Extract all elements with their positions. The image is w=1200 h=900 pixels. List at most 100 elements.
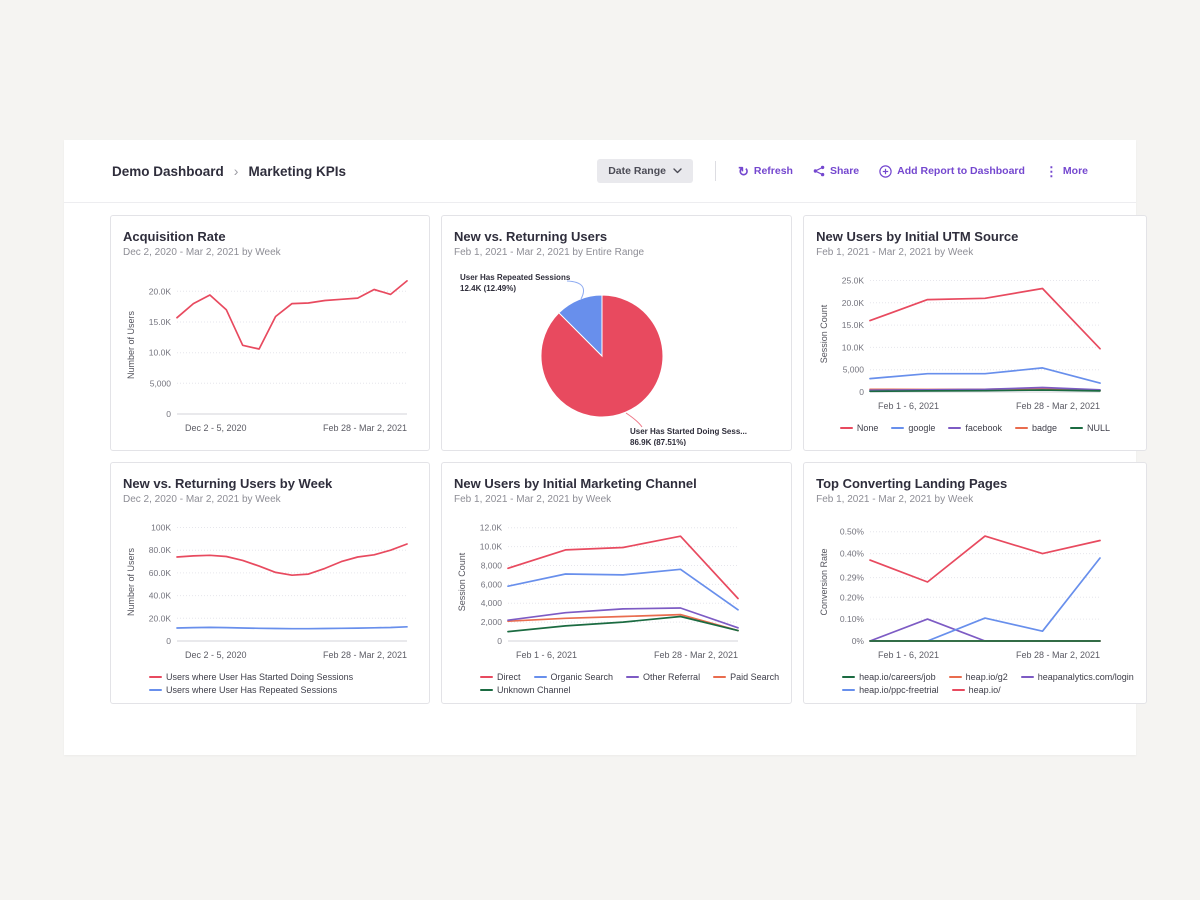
plus-circle-icon [879, 165, 892, 178]
legend-item[interactable]: badge [1015, 423, 1057, 433]
svg-text:Feb 28 - Mar 2, 2021: Feb 28 - Mar 2, 2021 [654, 650, 738, 660]
legend-label: badge [1032, 423, 1057, 433]
legend-label: Other Referral [643, 672, 700, 682]
svg-text:2,000: 2,000 [481, 617, 503, 627]
legend-label: heap.io/g2 [966, 672, 1008, 682]
date-range-button[interactable]: Date Range [597, 159, 693, 183]
new-vs-returning-pie-chart: User Has Started Doing Sess...86.9K (87.… [454, 266, 748, 446]
svg-text:4,000: 4,000 [481, 598, 503, 608]
share-icon [813, 165, 825, 177]
card-utm-source[interactable]: New Users by Initial UTM Source Feb 1, 2… [803, 215, 1147, 451]
svg-text:Dec 2 - 5, 2020: Dec 2 - 5, 2020 [185, 423, 247, 433]
share-button[interactable]: Share [813, 163, 859, 179]
svg-text:5,000: 5,000 [843, 365, 865, 375]
svg-text:6,000: 6,000 [481, 579, 503, 589]
svg-text:0.29%: 0.29% [840, 573, 865, 583]
svg-text:Session Count: Session Count [819, 304, 829, 363]
legend-label: Direct [497, 672, 521, 682]
legend-swatch [626, 676, 639, 678]
legend-item[interactable]: None [840, 423, 879, 433]
card-subtitle: Feb 1, 2021 - Mar 2, 2021 by Week [816, 247, 1134, 258]
refresh-button[interactable]: ↻ Refresh [738, 163, 793, 180]
svg-text:0.40%: 0.40% [840, 549, 865, 559]
legend-swatch [1070, 427, 1083, 429]
svg-text:0.20%: 0.20% [840, 592, 865, 602]
svg-text:0%: 0% [852, 636, 865, 646]
chart-legend: Users where User Has Started Doing Sessi… [123, 672, 417, 695]
card-subtitle: Feb 1, 2021 - Mar 2, 2021 by Entire Rang… [454, 247, 779, 258]
card-new-vs-returning[interactable]: New vs. Returning Users Feb 1, 2021 - Ma… [441, 215, 792, 451]
card-title: Acquisition Rate [123, 229, 417, 244]
svg-text:Feb 1 - 6, 2021: Feb 1 - 6, 2021 [878, 401, 939, 411]
legend-item[interactable]: Organic Search [534, 672, 614, 682]
legend-item[interactable]: Other Referral [626, 672, 700, 682]
series-line [177, 627, 407, 629]
card-acquisition-rate[interactable]: Acquisition Rate Dec 2, 2020 - Mar 2, 20… [110, 215, 430, 451]
svg-text:20.0K: 20.0K [149, 286, 172, 296]
breadcrumb-dashboard[interactable]: Demo Dashboard [112, 164, 224, 179]
legend-swatch [149, 689, 162, 691]
svg-text:User Has Repeated Sessions: User Has Repeated Sessions [460, 273, 571, 282]
add-report-button[interactable]: Add Report to Dashboard [879, 163, 1025, 180]
card-marketing-channel[interactable]: New Users by Initial Marketing Channel F… [441, 462, 792, 704]
pie-callout-line [626, 413, 642, 427]
refresh-icon: ↻ [738, 165, 749, 178]
utm-source-line-chart: 05,00010.0K15.0K20.0K25.0KSession CountF… [816, 266, 1110, 414]
legend-label: heap.io/ [969, 685, 1001, 695]
series-line [508, 569, 738, 610]
landing-pages-line-chart: 0%0.10%0.20%0.29%0.40%0.50%Conversion Ra… [816, 513, 1110, 663]
legend-item[interactable]: Users where User Has Repeated Sessions [149, 685, 337, 695]
svg-text:Feb 1 - 6, 2021: Feb 1 - 6, 2021 [516, 650, 577, 660]
legend-label: google [908, 423, 935, 433]
cards-grid: Acquisition Rate Dec 2, 2020 - Mar 2, 20… [64, 203, 1136, 722]
legend-label: heap.io/ppc-freetrial [859, 685, 939, 695]
svg-text:100K: 100K [151, 523, 171, 533]
svg-text:20.0K: 20.0K [842, 298, 865, 308]
more-button[interactable]: ⋮ More [1045, 163, 1088, 180]
toolbar: Date Range ↻ Refresh Share Add [597, 159, 1088, 183]
svg-text:10.0K: 10.0K [842, 342, 865, 352]
legend-swatch [891, 427, 904, 429]
series-line [508, 536, 738, 598]
legend-item[interactable]: Users where User Has Started Doing Sessi… [149, 672, 353, 682]
legend-item[interactable]: heap.io/careers/job [842, 672, 936, 682]
legend-item[interactable]: google [891, 423, 935, 433]
legend-item[interactable]: Paid Search [713, 672, 779, 682]
series-line [870, 619, 1100, 641]
legend-item[interactable]: NULL [1070, 423, 1110, 433]
svg-text:25.0K: 25.0K [842, 276, 865, 286]
svg-text:0: 0 [166, 409, 171, 419]
card-new-vs-returning-by-week[interactable]: New vs. Returning Users by Week Dec 2, 2… [110, 462, 430, 704]
svg-text:0: 0 [859, 387, 864, 397]
svg-text:0.10%: 0.10% [840, 614, 865, 624]
legend-item[interactable]: facebook [948, 423, 1002, 433]
svg-text:Session Count: Session Count [457, 552, 467, 611]
chart-legend: heap.io/careers/job heap.io/g2 heapanalyti… [816, 672, 1134, 695]
legend-item[interactable]: Direct [480, 672, 521, 682]
card-subtitle: Feb 1, 2021 - Mar 2, 2021 by Week [816, 494, 1134, 505]
card-title: Top Converting Landing Pages [816, 476, 1134, 491]
legend-item[interactable]: heapanalytics.com/login [1021, 672, 1134, 682]
series-line [870, 536, 1100, 582]
new-vs-returning-week-line-chart: 020.0K40.0K60.0K80.0K100KNumber of Users… [123, 513, 417, 663]
breadcrumb-current-report[interactable]: Marketing KPIs [248, 164, 346, 179]
legend-swatch [842, 689, 855, 691]
svg-text:Feb 28 - Mar 2, 2021: Feb 28 - Mar 2, 2021 [1016, 401, 1100, 411]
legend-swatch [480, 689, 493, 691]
legend-item[interactable]: heap.io/ppc-freetrial [842, 685, 939, 695]
legend-item[interactable]: Unknown Channel [480, 685, 571, 695]
card-landing-pages[interactable]: Top Converting Landing Pages Feb 1, 2021… [803, 462, 1147, 704]
legend-item[interactable]: heap.io/ [952, 685, 1001, 695]
chevron-down-icon [673, 168, 682, 174]
svg-text:20.0K: 20.0K [149, 613, 172, 623]
date-range-label: Date Range [608, 165, 666, 177]
marketing-channel-line-chart: 02,0004,0006,0008,00010.0K12.0KSession C… [454, 513, 748, 663]
svg-text:0: 0 [497, 636, 502, 646]
svg-text:8,000: 8,000 [481, 561, 503, 571]
kebab-menu-icon: ⋮ [1045, 165, 1058, 178]
svg-text:12.4K (12.49%): 12.4K (12.49%) [460, 284, 516, 293]
svg-text:Feb 28 - Mar 2, 2021: Feb 28 - Mar 2, 2021 [323, 423, 407, 433]
chevron-right-icon: › [234, 164, 239, 178]
legend-item[interactable]: heap.io/g2 [949, 672, 1008, 682]
svg-text:86.9K (87.51%): 86.9K (87.51%) [630, 438, 686, 446]
